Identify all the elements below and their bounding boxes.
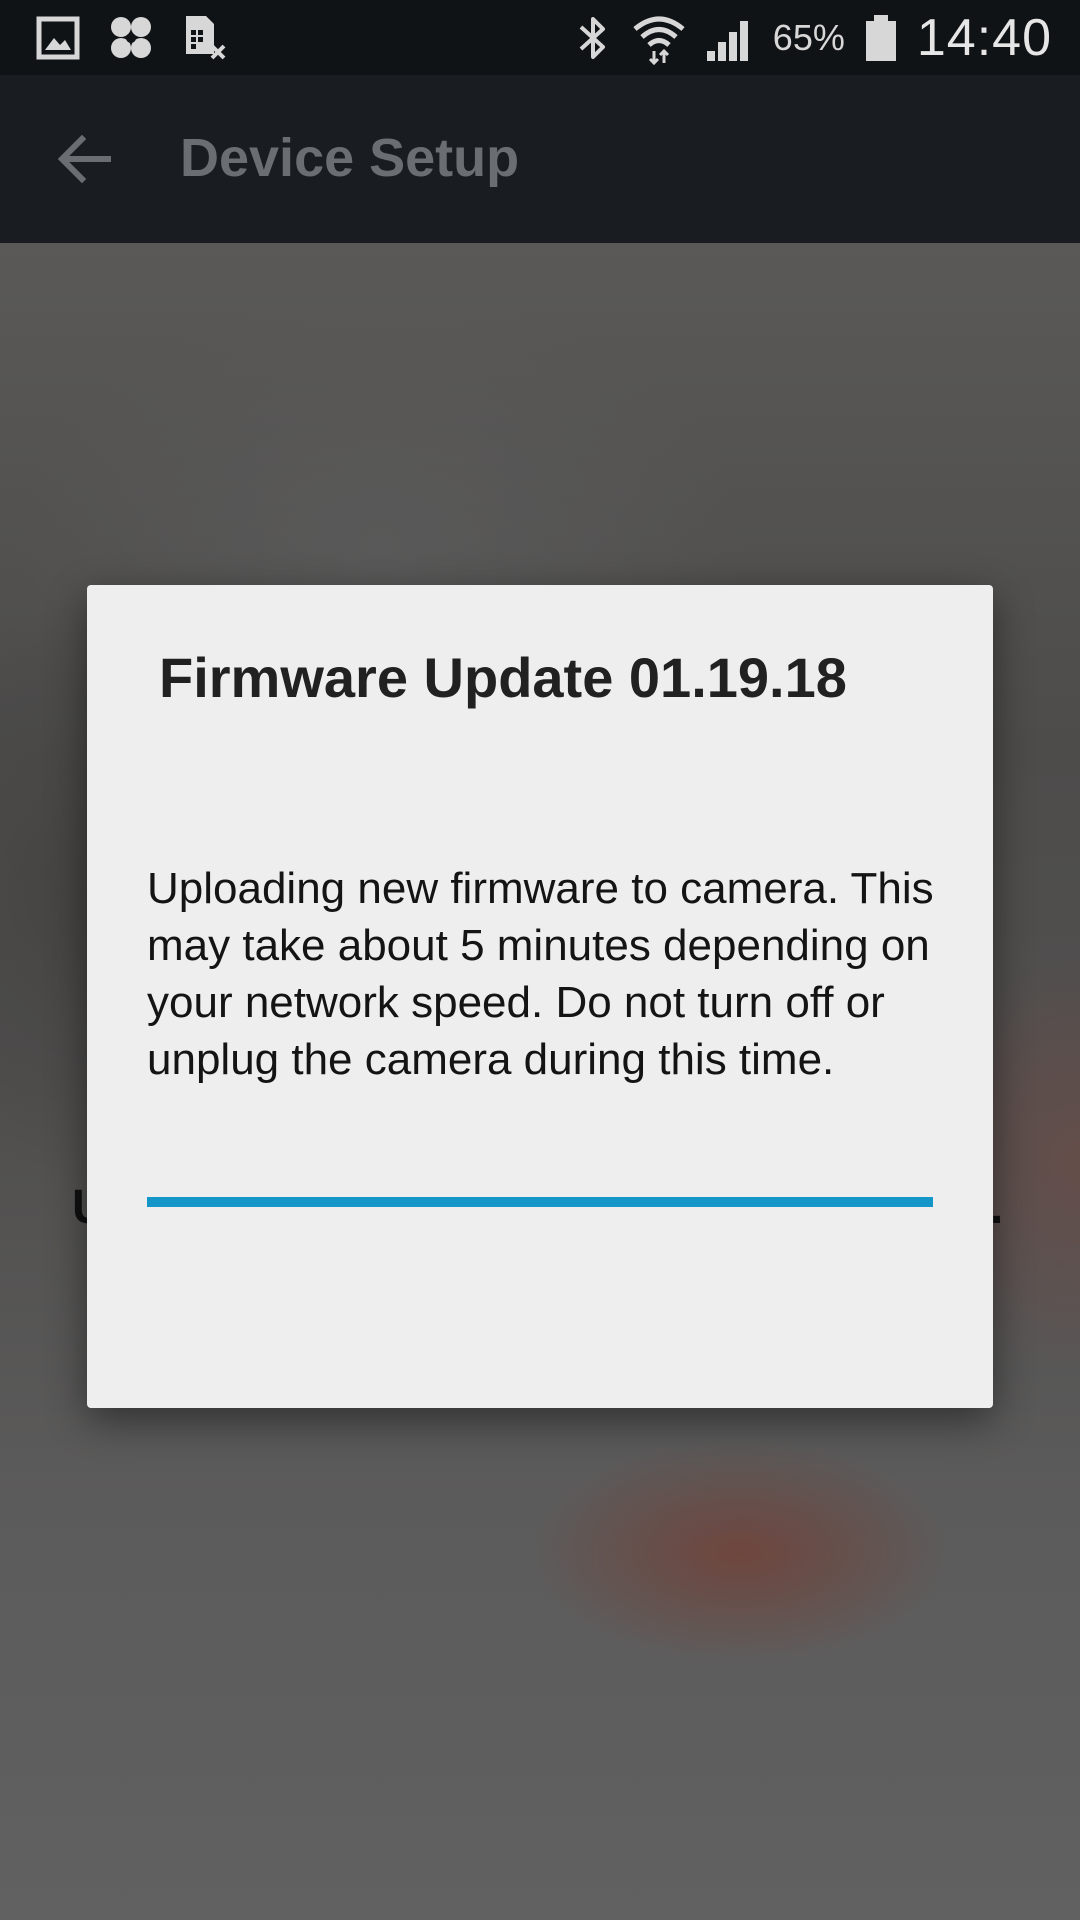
clock: 14:40 xyxy=(916,8,1052,67)
status-bar-left xyxy=(36,14,228,62)
progress-bar-fill xyxy=(147,1197,933,1207)
status-bar-right: 65% 14:40 xyxy=(573,0,1052,75)
battery-percent: 65% xyxy=(772,16,845,58)
dialog-message: Uploading new firmware to camera. This m… xyxy=(147,864,934,1084)
pinwheel-icon xyxy=(106,15,156,61)
firmware-update-dialog: Firmware Update 01.19.18 Uploading new f… xyxy=(87,585,993,1408)
signal-icon xyxy=(705,13,755,63)
wifi-icon xyxy=(631,11,687,65)
dialog-title: Firmware Update 01.19.18 xyxy=(159,646,847,709)
battery-icon xyxy=(863,13,899,63)
progress-bar xyxy=(147,1197,933,1207)
sim-error-icon xyxy=(182,14,228,62)
screen: 65% 14:40 Device Setup U . Firmware Upda xyxy=(0,0,1080,1920)
page-title: Device Setup xyxy=(180,128,520,188)
status-bar: 65% 14:40 xyxy=(0,0,1080,75)
back-arrow-icon xyxy=(52,134,116,195)
back-button[interactable] xyxy=(52,127,116,191)
bluetooth-icon xyxy=(573,13,613,63)
gallery-icon xyxy=(36,16,80,60)
app-bar: Device Setup xyxy=(0,75,1080,243)
